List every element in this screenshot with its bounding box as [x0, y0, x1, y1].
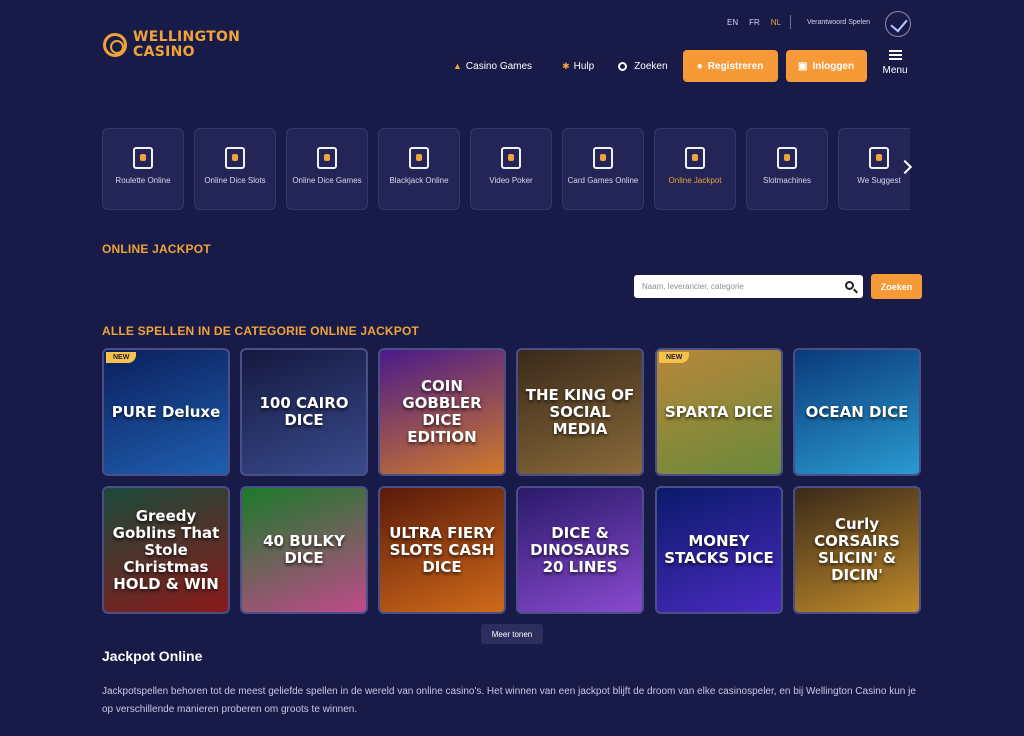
category-label: Roulette Online — [115, 176, 171, 185]
brand-logo[interactable]: WELLINGTON CASINO — [103, 30, 240, 60]
login-button[interactable]: ▣ Inloggen — [785, 50, 867, 82]
menu-label: Menu — [882, 65, 908, 76]
game-tile[interactable]: Curly CORSAIRS SLICIN' & DICIN' — [793, 486, 921, 614]
game-tile[interactable]: MONEY STACKS DICE — [655, 486, 783, 614]
show-more-button[interactable]: Meer tonen — [481, 624, 543, 644]
game-title: DICE & DINOSAURS 20 LINES — [530, 523, 630, 576]
category-online-dice-games[interactable]: Online Dice Games — [286, 128, 368, 210]
category-label: Blackjack Online — [389, 176, 449, 185]
category-blackjack-online[interactable]: Blackjack Online — [378, 128, 460, 210]
grid-title: ALLE SPELLEN IN DE CATEGORIE ONLINE JACK… — [102, 324, 420, 338]
category-label: Video Poker — [489, 176, 533, 185]
dice-icon — [317, 147, 337, 169]
game-title: COIN GOBBLER DICE EDITION — [402, 377, 482, 446]
nav-casino-games-label: Casino Games — [465, 60, 533, 72]
chevron-right-icon[interactable] — [898, 158, 914, 178]
game-title: Greedy Goblins That Stole Christmas HOLD… — [112, 506, 220, 593]
responsible-gaming-link[interactable]: Verantwoord Spelen — [807, 19, 870, 26]
lang-nl[interactable]: NL — [771, 18, 781, 27]
page-title: ONLINE JACKPOT — [102, 242, 211, 256]
new-badge: NEW — [106, 352, 137, 363]
game-title: MONEY STACKS DICE — [664, 532, 774, 567]
search-field[interactable] — [634, 275, 863, 298]
language-switcher: EN FR NL — [727, 18, 781, 27]
category-label: Slotmachines — [762, 176, 812, 185]
trophy-icon: ▲ — [453, 61, 462, 71]
category-label: Online Dice Games — [292, 176, 362, 185]
lang-en[interactable]: EN — [727, 18, 738, 27]
cards-icon — [409, 147, 429, 169]
search-input[interactable] — [634, 275, 834, 298]
game-tile[interactable]: DICE & DINOSAURS 20 LINES — [516, 486, 644, 614]
menu-button[interactable]: Menu — [880, 50, 910, 76]
lang-fr[interactable]: FR — [749, 18, 760, 27]
category-label: Card Games Online — [567, 176, 639, 185]
game-title: 40 BULKY DICE — [263, 532, 345, 567]
main-nav: ▲ Casino Games ✱ Hulp Zoeken ● Registrer… — [453, 50, 867, 82]
login-label: Inloggen — [812, 60, 855, 72]
nav-casino-games[interactable]: ▲ Casino Games — [453, 50, 532, 82]
category-online-dice-slots[interactable]: Online Dice Slots — [194, 128, 276, 210]
game-tile[interactable]: 100 CAIRO DICE — [240, 348, 368, 476]
hamburger-icon — [888, 50, 902, 60]
category-label: Online Jackpot — [668, 176, 722, 185]
category-video-poker[interactable]: Video Poker — [470, 128, 552, 210]
category-card-games-online[interactable]: Card Games Online — [562, 128, 644, 210]
nav-help[interactable]: ✱ Hulp — [562, 50, 594, 82]
game-title: Curly CORSAIRS SLICIN' & DICIN' — [814, 515, 900, 584]
nav-search-label: Zoeken — [634, 60, 668, 72]
slot-machine-icon — [225, 147, 245, 169]
game-title: 100 CAIRO DICE — [259, 394, 349, 429]
content-heading: Jackpot Online — [102, 648, 203, 664]
site-header: WELLINGTON CASINO EN FR NL Verantwoord S… — [0, 0, 1024, 100]
game-tile[interactable]: COIN GOBBLER DICE EDITION — [378, 348, 506, 476]
game-tile[interactable]: THE KING OF SOCIAL MEDIA — [516, 348, 644, 476]
register-button[interactable]: ● Registreren — [682, 50, 778, 82]
category-label: Online Dice Slots — [204, 176, 266, 185]
game-tile[interactable]: OCEAN DICE — [793, 348, 921, 476]
search-button[interactable]: Zoeken — [871, 274, 922, 299]
brand-name-line2: CASINO — [133, 44, 195, 60]
category-online-jackpot[interactable]: Online Jackpot — [654, 128, 736, 210]
game-tile[interactable]: Greedy Goblins That Stole Christmas HOLD… — [102, 486, 230, 614]
horseshoe-icon — [685, 147, 705, 169]
search-icon — [618, 61, 628, 71]
register-label: Registreren — [707, 60, 764, 72]
lock-icon: ▣ — [797, 60, 808, 72]
category-carousel: Roulette Online Online Dice Slots Online… — [102, 128, 910, 210]
game-tile[interactable]: NEW SPARTA DICE — [655, 348, 783, 476]
user-icon: ● — [696, 60, 703, 72]
roulette-icon — [133, 147, 153, 169]
game-title: OCEAN DICE — [805, 402, 909, 421]
search-icon[interactable] — [845, 281, 854, 290]
medal-icon — [869, 147, 889, 169]
win-icon — [777, 147, 797, 169]
responsible-gaming-badge-icon[interactable] — [885, 11, 911, 37]
nav-search[interactable]: Zoeken — [618, 50, 668, 82]
category-slotmachines[interactable]: Slotmachines — [746, 128, 828, 210]
game-tile[interactable]: 40 BULKY DICE — [240, 486, 368, 614]
brand-name-line1: WELLINGTON — [133, 29, 241, 45]
casino-logo-icon — [103, 33, 127, 57]
game-tile[interactable]: ULTRA FIERY SLOTS CASH DICE — [378, 486, 506, 614]
game-title: SPARTA DICE — [664, 402, 774, 421]
help-icon: ✱ — [562, 60, 570, 71]
game-title: THE KING OF SOCIAL MEDIA — [525, 385, 635, 438]
nav-help-label: Hulp — [573, 60, 595, 72]
poker-chip-icon — [501, 147, 521, 169]
content-paragraph: Jackpotspellen behoren tot de meest geli… — [102, 686, 916, 715]
divider — [790, 15, 791, 29]
category-roulette-online[interactable]: Roulette Online — [102, 128, 184, 210]
game-tile[interactable]: NEW PURE Deluxe — [102, 348, 230, 476]
card-icon — [593, 147, 613, 169]
new-badge: NEW — [659, 352, 690, 363]
game-title: ULTRA FIERY SLOTS CASH DICE — [389, 523, 495, 576]
game-title: PURE Deluxe — [111, 402, 221, 421]
